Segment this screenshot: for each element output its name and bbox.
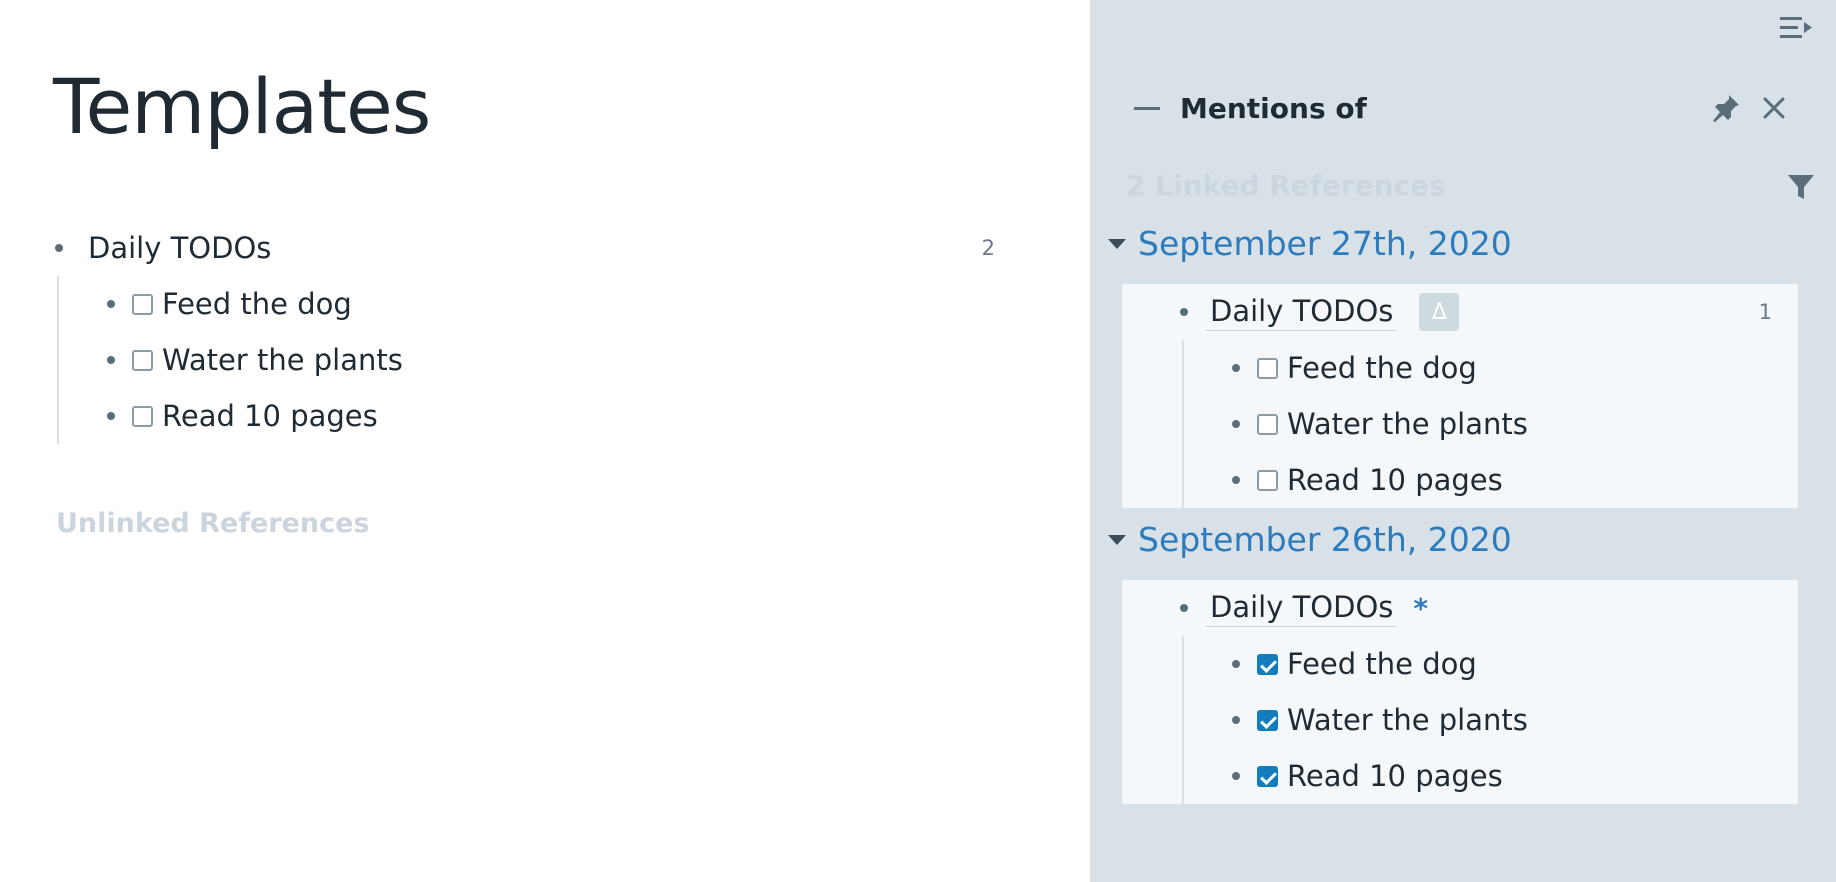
bullet-icon[interactable]: [1180, 604, 1188, 612]
bullet-icon[interactable]: [55, 244, 63, 252]
linked-references-count: 2 Linked References: [1126, 169, 1446, 202]
minus-icon[interactable]: [1134, 106, 1160, 110]
reference-card: Daily TODOs * Feed the dog Water the pla…: [1122, 580, 1798, 804]
child-blocks: Feed the dog Water the plants Read 10 pa…: [1182, 636, 1798, 804]
block-text[interactable]: Daily TODOs: [1206, 590, 1398, 627]
caret-down-icon[interactable]: [1108, 534, 1126, 545]
child-block[interactable]: Water the plants: [59, 332, 1005, 388]
child-block[interactable]: Feed the dog: [1184, 340, 1798, 396]
sidebar-toggle-icon[interactable]: [1778, 12, 1814, 44]
todo-checkbox[interactable]: [132, 405, 153, 427]
todo-checkbox[interactable]: [1257, 413, 1278, 435]
filter-icon[interactable]: [1786, 172, 1816, 202]
block-text[interactable]: Feed the dog: [162, 287, 352, 321]
bullet-icon[interactable]: [1232, 420, 1240, 428]
parent-block[interactable]: Daily TODOs 2: [55, 220, 1005, 276]
bullet-icon[interactable]: [107, 356, 115, 364]
bullet-icon[interactable]: [1232, 476, 1240, 484]
delta-badge[interactable]: Δ: [1419, 293, 1460, 331]
block-text[interactable]: Water the plants: [1287, 703, 1528, 737]
reference-count[interactable]: 2: [982, 236, 995, 260]
reference-count[interactable]: 1: [1759, 300, 1772, 324]
page-title[interactable]: Templates: [53, 62, 431, 152]
block-text[interactable]: Feed the dog: [1287, 351, 1477, 385]
todo-checkbox[interactable]: [1257, 357, 1278, 379]
block-text[interactable]: Read 10 pages: [1287, 759, 1503, 793]
reference-group-header[interactable]: September 27th, 2020: [1108, 224, 1512, 263]
block-text[interactable]: Read 10 pages: [1287, 463, 1503, 497]
bullet-icon[interactable]: [1180, 308, 1188, 316]
child-blocks: Feed the dog Water the plants Read 10 pa…: [57, 276, 1005, 444]
child-block[interactable]: Water the plants: [1184, 692, 1798, 748]
close-icon[interactable]: [1758, 92, 1790, 124]
block-text[interactable]: Daily TODOs: [1206, 294, 1398, 331]
block-text[interactable]: Daily TODOs: [88, 231, 271, 265]
child-block[interactable]: Read 10 pages: [1184, 748, 1798, 804]
right-sidebar: Mentions of 2 Linked References Septembe…: [1090, 0, 1836, 882]
bullet-icon[interactable]: [107, 300, 115, 308]
reference-card: Daily TODOs Δ 1 Feed the dog Water the p…: [1122, 284, 1798, 508]
bullet-icon[interactable]: [1232, 772, 1240, 780]
bullet-icon[interactable]: [107, 412, 115, 420]
panel-title: Mentions of: [1180, 91, 1367, 125]
bullet-icon[interactable]: [1232, 716, 1240, 724]
bullet-icon[interactable]: [1232, 364, 1240, 372]
block-text[interactable]: Water the plants: [1287, 407, 1528, 441]
todo-checkbox-checked[interactable]: [1257, 653, 1278, 675]
reference-group-header[interactable]: September 26th, 2020: [1108, 520, 1512, 559]
block-text[interactable]: Water the plants: [162, 343, 403, 377]
child-block[interactable]: Feed the dog: [1184, 636, 1798, 692]
parent-block[interactable]: Daily TODOs Δ 1: [1122, 284, 1798, 340]
date-page-link[interactable]: September 27th, 2020: [1138, 224, 1512, 263]
block-tree: Daily TODOs 2 Feed the dog Water the pla…: [55, 220, 1005, 444]
todo-checkbox[interactable]: [1257, 469, 1278, 491]
todo-checkbox-checked[interactable]: [1257, 765, 1278, 787]
parent-block[interactable]: Daily TODOs *: [1122, 580, 1798, 636]
child-block[interactable]: Read 10 pages: [1184, 452, 1798, 508]
child-blocks: Feed the dog Water the plants Read 10 pa…: [1182, 340, 1798, 508]
caret-down-icon[interactable]: [1108, 238, 1126, 249]
pin-icon[interactable]: [1710, 92, 1742, 124]
todo-checkbox[interactable]: [132, 293, 153, 315]
block-text[interactable]: Feed the dog: [1287, 647, 1477, 681]
sidebar-panel-header: Mentions of: [1130, 86, 1790, 130]
unlinked-references-toggle[interactable]: Unlinked References: [56, 508, 370, 539]
child-block[interactable]: Read 10 pages: [59, 388, 1005, 444]
block-text[interactable]: Read 10 pages: [162, 399, 378, 433]
child-block[interactable]: Feed the dog: [59, 276, 1005, 332]
main-page: Templates Daily TODOs 2 Feed the dog Wat…: [0, 0, 1090, 882]
bullet-icon[interactable]: [1232, 660, 1240, 668]
date-page-link[interactable]: September 26th, 2020: [1138, 520, 1512, 559]
child-block[interactable]: Water the plants: [1184, 396, 1798, 452]
todo-checkbox-checked[interactable]: [1257, 709, 1278, 731]
todo-checkbox[interactable]: [132, 349, 153, 371]
star-marker: *: [1413, 591, 1429, 625]
